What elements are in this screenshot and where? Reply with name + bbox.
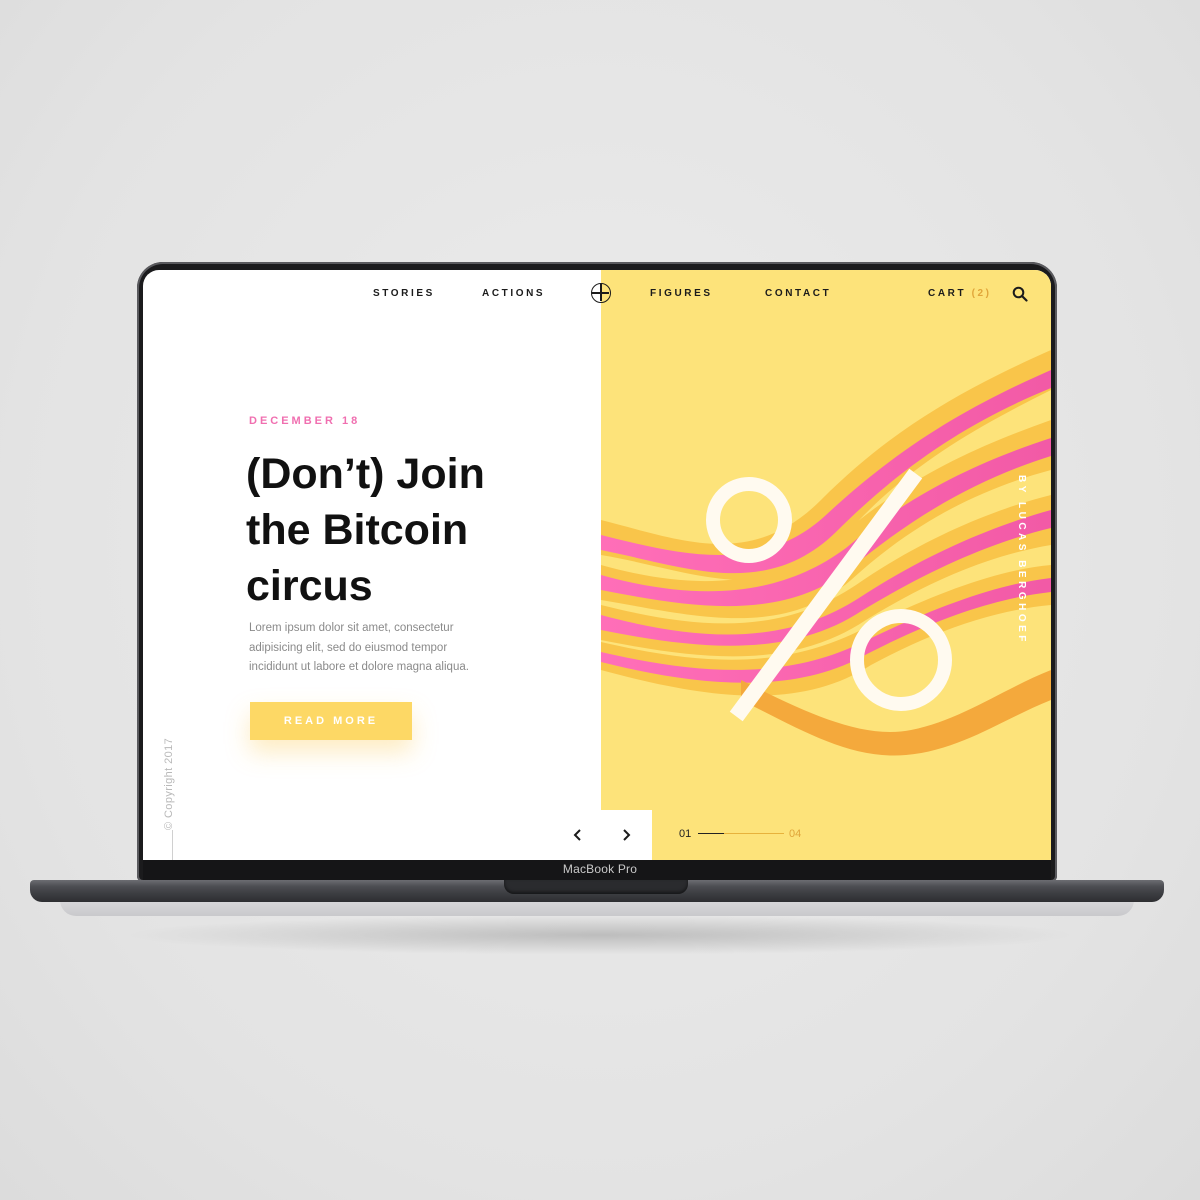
laptop-base-underside: [60, 900, 1134, 916]
laptop-shadow: [120, 915, 1080, 955]
slider-arrows: [552, 810, 652, 860]
headline-line-3: circus: [246, 562, 373, 610]
copyright-text: © Copyright 2017: [163, 737, 175, 830]
wavy-percent-artwork: [601, 350, 1051, 756]
excerpt-line-2: adipisicing elit, sed do eiusmod tempor: [249, 641, 448, 654]
top-navigation: STORIES ACTIONS FIGURES CONTACT CART (2): [143, 270, 1051, 320]
site-logo-icon[interactable]: [591, 283, 611, 303]
nav-stories-link[interactable]: STORIES: [373, 288, 435, 299]
copyright-divider: [172, 830, 173, 860]
laptop-hinge-notch: [504, 880, 688, 894]
laptop-screen: STORIES ACTIONS FIGURES CONTACT CART (2)…: [143, 270, 1051, 860]
device-mockup: STORIES ACTIONS FIGURES CONTACT CART (2)…: [0, 0, 1200, 1200]
excerpt-line-3: incididunt ut labore et dolore magna ali…: [249, 661, 469, 673]
pager-current: 01: [679, 828, 692, 840]
cart-label: CART: [928, 288, 967, 299]
cart-count-badge: (2): [971, 288, 992, 299]
article-excerpt: Lorem ipsum dolor sit amet, consectetur …: [249, 619, 519, 678]
headline-line-1: (Don’t) Join: [246, 450, 485, 498]
wave-ribbons: [601, 350, 1051, 756]
pager-progress-filled: [698, 833, 724, 834]
headline-line-2: the Bitcoin: [246, 506, 469, 554]
pager-progress-track: [724, 833, 784, 834]
excerpt-line-1: Lorem ipsum dolor sit amet, consectetur: [249, 622, 454, 634]
author-byline: BY LUCAS BERGHOEF: [1016, 475, 1027, 645]
search-icon[interactable]: [1012, 286, 1028, 302]
read-more-button[interactable]: READ MORE: [250, 702, 412, 740]
article-headline: (Don’t) Join the Bitcoin circus: [246, 446, 576, 614]
nav-actions-link[interactable]: ACTIONS: [482, 288, 545, 299]
chevron-left-icon[interactable]: [570, 827, 586, 843]
cart-link[interactable]: CART (2): [928, 288, 992, 299]
chevron-right-icon[interactable]: [618, 827, 634, 843]
nav-figures-link[interactable]: FIGURES: [650, 288, 713, 299]
article-date: DECEMBER 18: [249, 415, 361, 427]
device-label: MacBook Pro: [562, 862, 638, 876]
pager-total: 04: [789, 828, 802, 840]
nav-contact-link[interactable]: CONTACT: [765, 288, 831, 299]
